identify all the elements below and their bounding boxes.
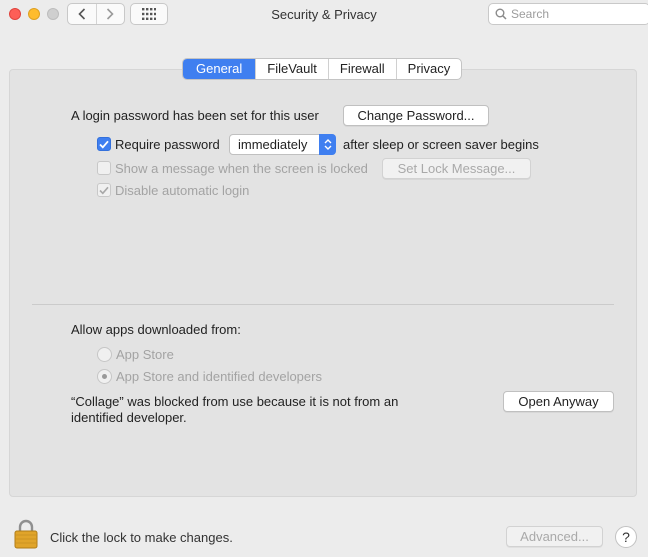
show-message-checkbox[interactable] <box>97 161 111 175</box>
disable-auto-login-checkbox[interactable] <box>97 183 111 197</box>
help-button[interactable]: ? <box>615 526 637 548</box>
search-input[interactable] <box>511 7 641 21</box>
radio-app-store[interactable] <box>97 347 112 362</box>
checkmark-icon <box>99 140 109 149</box>
show-message-label: Show a message when the screen is locked <box>115 161 368 176</box>
password-delay-popup[interactable]: immediately <box>229 134 336 155</box>
disable-auto-login-label: Disable automatic login <box>115 183 250 198</box>
advanced-button[interactable]: Advanced... <box>506 526 603 547</box>
lock-button[interactable] <box>14 519 38 552</box>
after-sleep-text: after sleep or screen saver begins <box>343 137 539 152</box>
lock-icon <box>14 519 38 549</box>
radio-app-store-identified-label: App Store and identified developers <box>116 369 322 384</box>
tab-bar: General FileVault Firewall Privacy <box>182 58 463 80</box>
tab-general[interactable]: General <box>183 59 256 79</box>
radio-app-store-label: App Store <box>116 347 174 362</box>
section-divider <box>32 304 614 305</box>
tab-filevault[interactable]: FileVault <box>255 59 328 79</box>
search-icon <box>495 8 507 20</box>
lock-hint-text: Click the lock to make changes. <box>50 530 233 545</box>
change-password-button[interactable]: Change Password... <box>343 105 489 126</box>
title-bar: Security & Privacy <box>0 0 648 30</box>
set-lock-message-button[interactable]: Set Lock Message... <box>382 158 531 179</box>
require-password-checkbox[interactable] <box>97 137 111 151</box>
search-field[interactable] <box>488 3 648 25</box>
radio-app-store-identified[interactable] <box>97 369 112 384</box>
require-password-label: Require password <box>115 137 220 152</box>
open-anyway-button[interactable]: Open Anyway <box>503 391 614 412</box>
password-delay-value: immediately <box>238 137 308 152</box>
allow-apps-heading: Allow apps downloaded from: <box>71 322 241 337</box>
login-password-text: A login password has been set for this u… <box>71 108 319 123</box>
blocked-app-message-line1: “Collage” was blocked from use because i… <box>71 394 399 409</box>
tab-privacy[interactable]: Privacy <box>395 59 462 79</box>
tab-firewall[interactable]: Firewall <box>327 59 396 79</box>
checkmark-icon <box>99 186 109 194</box>
popup-arrows-icon <box>319 134 336 155</box>
blocked-app-message-line2: identified developer. <box>71 410 187 425</box>
